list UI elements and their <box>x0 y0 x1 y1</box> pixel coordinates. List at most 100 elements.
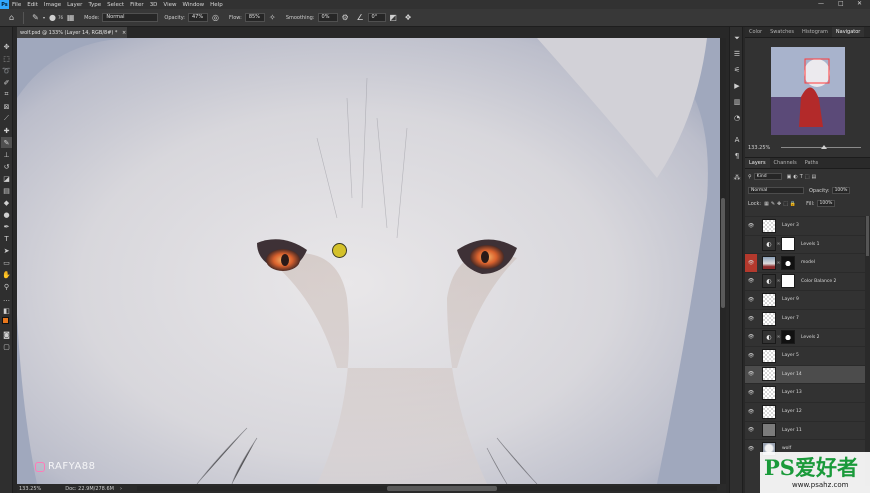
foreground-color-swatch[interactable] <box>2 317 9 324</box>
scrollbar-thumb[interactable] <box>387 486 497 491</box>
layer-thumbnail[interactable] <box>762 423 776 438</box>
tab-swatches[interactable]: Swatches <box>766 27 798 37</box>
hand-tool-icon[interactable]: ✋ <box>1 269 12 280</box>
navigator-preview[interactable] <box>771 47 845 135</box>
brushes-icon[interactable]: ⁂ <box>732 173 742 183</box>
close-tab-icon[interactable]: × <box>122 30 126 36</box>
mode-select[interactable]: Normal <box>102 13 159 22</box>
tab-channels[interactable]: Channels <box>770 158 801 168</box>
eye-visibility-icon[interactable]: 👁 <box>745 253 757 272</box>
adjustment-layer-icon[interactable]: ◐ <box>762 330 776 345</box>
styles-icon[interactable]: ◔ <box>732 113 742 123</box>
blend-mode-select[interactable]: Normal <box>748 187 804 194</box>
zoom-tool-icon[interactable]: ⚲ <box>1 281 12 292</box>
layer-row[interactable]: 👁 ◐ ∞ Color Balance 2 <box>745 271 865 290</box>
eye-visibility-icon[interactable]: 👁 <box>745 384 757 402</box>
layer-thumbnail[interactable] <box>762 255 776 270</box>
pen-tool-icon[interactable]: ✒ <box>1 221 12 232</box>
eye-visibility-icon[interactable]: 👁 <box>745 347 757 365</box>
eyedropper-tool-icon[interactable]: ⟋ <box>1 113 12 124</box>
brush-dropdown-chevron-icon[interactable]: ▾ <box>43 15 45 20</box>
layer-mask-thumbnail[interactable] <box>781 330 795 345</box>
healing-brush-tool-icon[interactable]: ✚ <box>1 125 12 136</box>
layer-opacity-field[interactable]: 100% <box>831 187 850 194</box>
properties-icon[interactable]: ☰ <box>732 49 742 59</box>
canvas-vertical-scrollbar[interactable] <box>720 38 726 484</box>
tab-color[interactable]: Color <box>745 27 766 37</box>
adjustment-layer-icon[interactable]: ◐ <box>762 274 776 289</box>
eye-visibility-icon[interactable]: 👁 <box>745 328 757 346</box>
type-tool-icon[interactable]: T <box>1 233 12 244</box>
eye-visibility-icon[interactable]: 👁 <box>745 421 757 439</box>
menu-image[interactable]: Image <box>44 2 61 8</box>
layer-thumbnail[interactable] <box>762 348 776 363</box>
lock-icons[interactable]: ▦✎✥⬚🔒 <box>764 201 798 207</box>
flow-field[interactable]: 85% <box>244 13 265 22</box>
shape-tool-icon[interactable]: ▭ <box>1 257 12 268</box>
minimize-button[interactable]: — <box>818 0 824 7</box>
layer-row[interactable]: 👁 Layer 14 <box>745 364 865 383</box>
brush-settings-icon[interactable]: ▦ <box>65 12 76 23</box>
tab-navigator[interactable]: Navigator <box>831 27 865 37</box>
filter-kind-select[interactable]: Kind <box>753 173 782 180</box>
tab-histogram[interactable]: Histogram <box>798 27 832 37</box>
eye-hidden-icon[interactable] <box>745 235 757 253</box>
adjustment-layer-icon[interactable]: ◐ <box>762 237 776 252</box>
maximize-button[interactable]: □ <box>838 0 844 7</box>
navigator-zoom-slider[interactable] <box>781 145 861 149</box>
layer-row[interactable]: 👁 ∞ model <box>745 253 865 272</box>
menu-window[interactable]: Window <box>182 2 204 8</box>
zoom-level[interactable]: 133.25% <box>19 486 41 492</box>
menu-type[interactable]: Type <box>88 2 101 8</box>
marquee-tool-icon[interactable]: ⬚ <box>1 53 12 64</box>
layer-thumbnail[interactable] <box>762 218 776 233</box>
canvas-horizontal-scrollbar[interactable] <box>137 486 717 491</box>
fill-field[interactable]: 100% <box>816 200 835 207</box>
layer-thumbnail[interactable] <box>762 367 776 382</box>
layer-row[interactable]: 👁 Layer 11 <box>745 420 865 439</box>
layers-scrollbar[interactable] <box>865 216 870 486</box>
scrollbar-thumb[interactable] <box>866 216 869 256</box>
status-menu-arrow-icon[interactable]: › <box>120 486 122 492</box>
document-tab[interactable]: wolf.psd @ 133% (Layer 14, RGB/8#) * × <box>17 27 127 38</box>
history-icon[interactable]: ⏷ <box>732 33 742 43</box>
layer-mask-thumbnail[interactable] <box>781 237 795 252</box>
tab-paths[interactable]: Paths <box>801 158 823 168</box>
angle-field[interactable]: 0° <box>367 13 386 22</box>
layer-thumbnail[interactable] <box>762 404 776 419</box>
eye-visibility-icon[interactable]: 👁 <box>745 310 757 328</box>
dodge-tool-icon[interactable]: ● <box>1 209 12 220</box>
layer-mask-thumbnail[interactable] <box>781 274 795 289</box>
crop-tool-icon[interactable]: ⌗ <box>1 89 12 100</box>
navigator-zoom-value[interactable]: 133.25% <box>748 145 770 151</box>
paragraph-icon[interactable]: ¶ <box>732 151 742 161</box>
eye-visibility-icon[interactable]: 👁 <box>745 217 757 235</box>
path-select-tool-icon[interactable]: ➤ <box>1 245 12 256</box>
eye-visibility-icon[interactable]: 👁 <box>745 272 757 290</box>
gradient-tool-icon[interactable]: ▤ <box>1 185 12 196</box>
quick-select-tool-icon[interactable]: ✐ <box>1 77 12 88</box>
layer-row[interactable]: ◐ ∞ Levels 1 <box>745 234 865 253</box>
brush-tool-preset-icon[interactable]: ⌂ <box>6 12 17 23</box>
pressure-opacity-icon[interactable]: ◎ <box>210 12 221 23</box>
brush-tool-icon[interactable]: ✎ <box>1 137 12 148</box>
history-brush-tool-icon[interactable]: ↺ <box>1 161 12 172</box>
close-window-button[interactable]: ✕ <box>857 0 862 7</box>
eye-visibility-icon[interactable]: 👁 <box>745 403 757 421</box>
blur-tool-icon[interactable]: ◆ <box>1 197 12 208</box>
smoothing-settings-gear-icon[interactable]: ⚙ <box>340 12 351 23</box>
move-tool-icon[interactable]: ✥ <box>1 41 12 52</box>
tab-layers[interactable]: Layers <box>745 158 770 168</box>
frame-tool-icon[interactable]: ⊠ <box>1 101 12 112</box>
brush-icon[interactable]: ✎ <box>30 12 41 23</box>
layer-row[interactable]: 👁 Layer 3 <box>745 216 865 234</box>
libraries-icon[interactable]: ▥ <box>732 97 742 107</box>
quick-mask-icon[interactable]: ◙ <box>1 329 12 340</box>
menu-select[interactable]: Select <box>107 2 124 8</box>
airbrush-icon[interactable]: ✧ <box>267 12 278 23</box>
menu-filter[interactable]: Filter <box>130 2 144 8</box>
pressure-size-icon[interactable]: ◩ <box>388 12 399 23</box>
menu-edit[interactable]: Edit <box>27 2 38 8</box>
menu-3d[interactable]: 3D <box>150 2 158 8</box>
filter-type-icons[interactable]: ▣◐T⬚▤ <box>787 174 819 180</box>
